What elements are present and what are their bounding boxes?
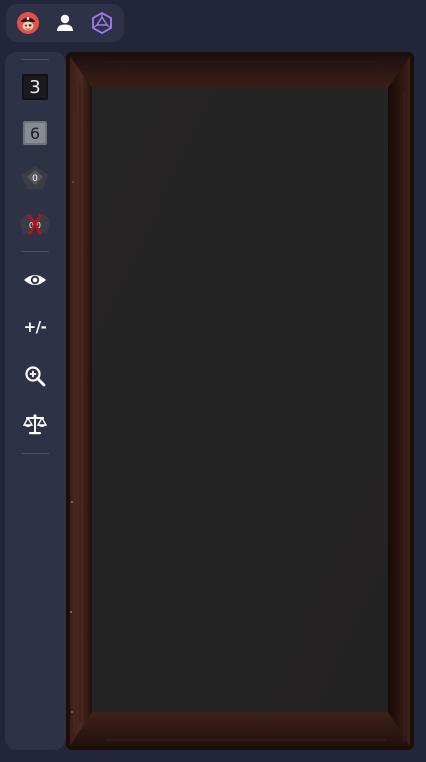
- zoom-in-icon[interactable]: [20, 361, 50, 391]
- gray-die-icon[interactable]: 6: [20, 118, 50, 148]
- sidebar-divider: [21, 453, 49, 454]
- eye-icon[interactable]: [20, 265, 50, 295]
- sidebar-divider: [21, 251, 49, 252]
- black-die-icon[interactable]: 3: [20, 72, 50, 102]
- scales-icon[interactable]: [20, 409, 50, 439]
- d10-die-icon[interactable]: 0: [20, 163, 50, 193]
- percentile-die-icon[interactable]: 0 0: [20, 209, 50, 239]
- user-icon[interactable]: [52, 10, 78, 36]
- d10-die-value: 0: [32, 174, 38, 184]
- top-toolbar: [6, 4, 124, 42]
- sidebar-divider: [21, 59, 49, 60]
- plus-minus-icon[interactable]: +/-: [20, 312, 50, 342]
- pirate-icon[interactable]: [15, 10, 41, 36]
- gray-die-value: 6: [30, 124, 40, 143]
- dice-logo-icon[interactable]: [89, 10, 115, 36]
- plus-minus-label: +/-: [23, 318, 47, 336]
- sidebar: 3 6 0 0 0 +/-: [5, 52, 66, 750]
- black-die-value: 3: [29, 77, 40, 98]
- dice-tray[interactable]: [66, 52, 416, 750]
